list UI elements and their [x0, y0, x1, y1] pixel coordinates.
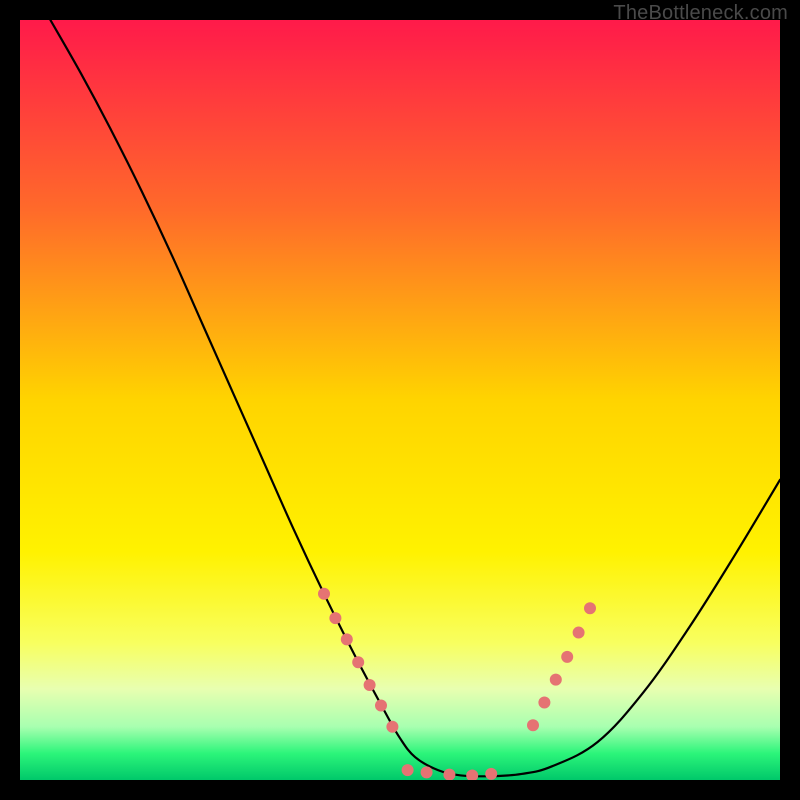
curve-marker [352, 656, 364, 668]
curve-marker [421, 766, 433, 778]
curve-marker [375, 700, 387, 712]
curve-marker [386, 721, 398, 733]
plot-area [20, 20, 780, 780]
chart-container: TheBottleneck.com [0, 0, 800, 800]
curve-marker [329, 612, 341, 624]
curve-marker [573, 627, 585, 639]
curve-marker [402, 764, 414, 776]
curve-marker [318, 588, 330, 600]
chart-svg [20, 20, 780, 780]
curve-marker [550, 674, 562, 686]
curve-marker [561, 651, 573, 663]
curve-marker [527, 719, 539, 731]
curve-marker [341, 633, 353, 645]
watermark-label: TheBottleneck.com [613, 2, 788, 25]
curve-marker [538, 696, 550, 708]
gradient-background [20, 20, 780, 780]
curve-marker [364, 679, 376, 691]
curve-marker [584, 602, 596, 614]
curve-marker [485, 768, 497, 780]
